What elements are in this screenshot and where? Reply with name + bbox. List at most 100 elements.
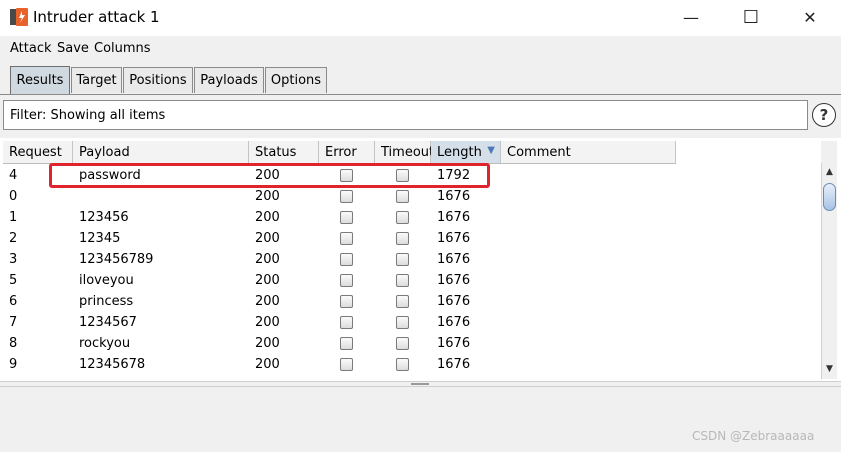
column-status-label: Status [255, 144, 297, 160]
timeout-checkbox [396, 253, 409, 266]
sort-descending-icon: ▼ [487, 145, 495, 156]
title-bar: Intruder attack 1 — ☐ ✕ [0, 0, 841, 36]
column-header-comment[interactable]: Comment [501, 141, 676, 163]
cell-status: 200 [255, 252, 280, 267]
tab-options[interactable]: Options [265, 67, 327, 93]
watermark-text: CSDN @Zebraaaaaa [692, 429, 815, 443]
error-checkbox [340, 211, 353, 224]
column-error-label: Error [325, 144, 357, 160]
scroll-down-icon[interactable]: ▼ [822, 362, 837, 376]
cell-payload: princess [79, 294, 134, 309]
cell-request: 7 [9, 315, 18, 330]
filter-bar[interactable]: Filter: Showing all items [3, 100, 808, 130]
cell-payload: rockyou [79, 336, 131, 351]
cell-request: 9 [9, 357, 18, 372]
scroll-up-icon[interactable]: ▲ [822, 165, 837, 179]
tab-bar: Results Target Positions Payloads Option… [0, 62, 841, 95]
header-corner [821, 141, 837, 163]
minimize-icon: — [683, 7, 699, 27]
cell-comment [501, 249, 676, 270]
table-row[interactable]: 9 12345678 200 1676 [3, 354, 676, 375]
column-payload-label: Payload [79, 144, 130, 160]
cell-comment [501, 228, 676, 249]
cell-request: 8 [9, 336, 18, 351]
maximize-icon: ☐ [742, 6, 760, 28]
table-header: Request Payload Status Error Timeout Len… [3, 141, 676, 164]
filter-area: Filter: Showing all items ? [0, 95, 841, 138]
scroll-thumb[interactable] [823, 183, 836, 211]
column-header-request[interactable]: Request [3, 141, 73, 163]
cell-request: 2 [9, 231, 18, 246]
tab-payloads-label: Payloads [200, 73, 258, 88]
cell-payload [73, 186, 249, 207]
timeout-checkbox [396, 211, 409, 224]
cell-request: 0 [9, 189, 18, 204]
column-header-error[interactable]: Error [319, 141, 375, 163]
close-button[interactable]: ✕ [787, 0, 833, 34]
cell-request: 1 [9, 210, 18, 225]
cell-comment [501, 312, 676, 333]
cell-length: 1676 [437, 231, 471, 246]
vertical-scrollbar[interactable]: ▲ ▼ [821, 163, 837, 379]
column-header-length[interactable]: Length ▼ [431, 141, 501, 163]
cell-comment [501, 165, 676, 186]
cell-comment [501, 354, 676, 375]
cell-comment [501, 207, 676, 228]
cell-request: 6 [9, 294, 18, 309]
cell-comment [501, 186, 676, 207]
tab-target-label: Target [76, 73, 117, 88]
column-comment-label: Comment [507, 144, 571, 160]
menu-columns[interactable]: Columns [94, 41, 151, 56]
window-title: Intruder attack 1 [33, 8, 160, 26]
table-row[interactable]: 7 1234567 200 1676 [3, 312, 676, 333]
timeout-checkbox [396, 232, 409, 245]
menu-bar: Attack Save Columns [0, 36, 841, 62]
tab-payloads[interactable]: Payloads [194, 67, 264, 93]
table-row[interactable]: 3 123456789 200 1676 [3, 249, 676, 270]
cell-status: 200 [255, 294, 280, 309]
table-row[interactable]: 0 200 1676 [3, 186, 676, 207]
help-button[interactable]: ? [812, 103, 836, 127]
help-icon: ? [819, 106, 829, 124]
menu-attack[interactable]: Attack [10, 41, 52, 56]
cell-request: 5 [9, 273, 18, 288]
timeout-checkbox [396, 316, 409, 329]
cell-comment [501, 270, 676, 291]
timeout-checkbox [396, 358, 409, 371]
menu-save[interactable]: Save [57, 41, 89, 56]
cell-status: 200 [255, 315, 280, 330]
error-checkbox [340, 358, 353, 371]
error-checkbox [340, 316, 353, 329]
minimize-button[interactable]: — [668, 0, 714, 34]
cell-length: 1676 [437, 210, 471, 225]
timeout-checkbox [396, 295, 409, 308]
column-timeout-label: Timeout [381, 144, 435, 160]
table-row[interactable]: 2 12345 200 1676 [3, 228, 676, 249]
error-checkbox [340, 232, 353, 245]
cell-length: 1676 [437, 315, 471, 330]
burp-app-icon [10, 8, 28, 26]
splitter-grip-icon[interactable] [411, 383, 429, 385]
filter-text: Filter: Showing all items [10, 108, 166, 123]
cell-payload: 123456 [79, 210, 129, 225]
close-icon: ✕ [803, 7, 817, 27]
table-row[interactable]: 5 iloveyou 200 1676 [3, 270, 676, 291]
cell-length: 1676 [437, 294, 471, 309]
tab-target[interactable]: Target [71, 67, 122, 93]
table-row[interactable]: 6 princess 200 1676 [3, 291, 676, 312]
error-checkbox [340, 253, 353, 266]
tab-positions[interactable]: Positions [123, 67, 193, 93]
table-row[interactable]: 1 123456 200 1676 [3, 207, 676, 228]
timeout-checkbox [396, 274, 409, 287]
cell-length: 1676 [437, 357, 471, 372]
cell-payload: iloveyou [79, 273, 134, 288]
error-checkbox [340, 190, 353, 203]
maximize-button[interactable]: ☐ [728, 0, 774, 34]
cell-status: 200 [255, 210, 280, 225]
column-header-payload[interactable]: Payload [73, 141, 249, 163]
table-row[interactable]: 8 rockyou 200 1676 [3, 333, 676, 354]
column-header-timeout[interactable]: Timeout [375, 141, 435, 163]
column-header-status[interactable]: Status [249, 141, 319, 163]
cell-status: 200 [255, 357, 280, 372]
tab-results[interactable]: Results [10, 66, 70, 94]
